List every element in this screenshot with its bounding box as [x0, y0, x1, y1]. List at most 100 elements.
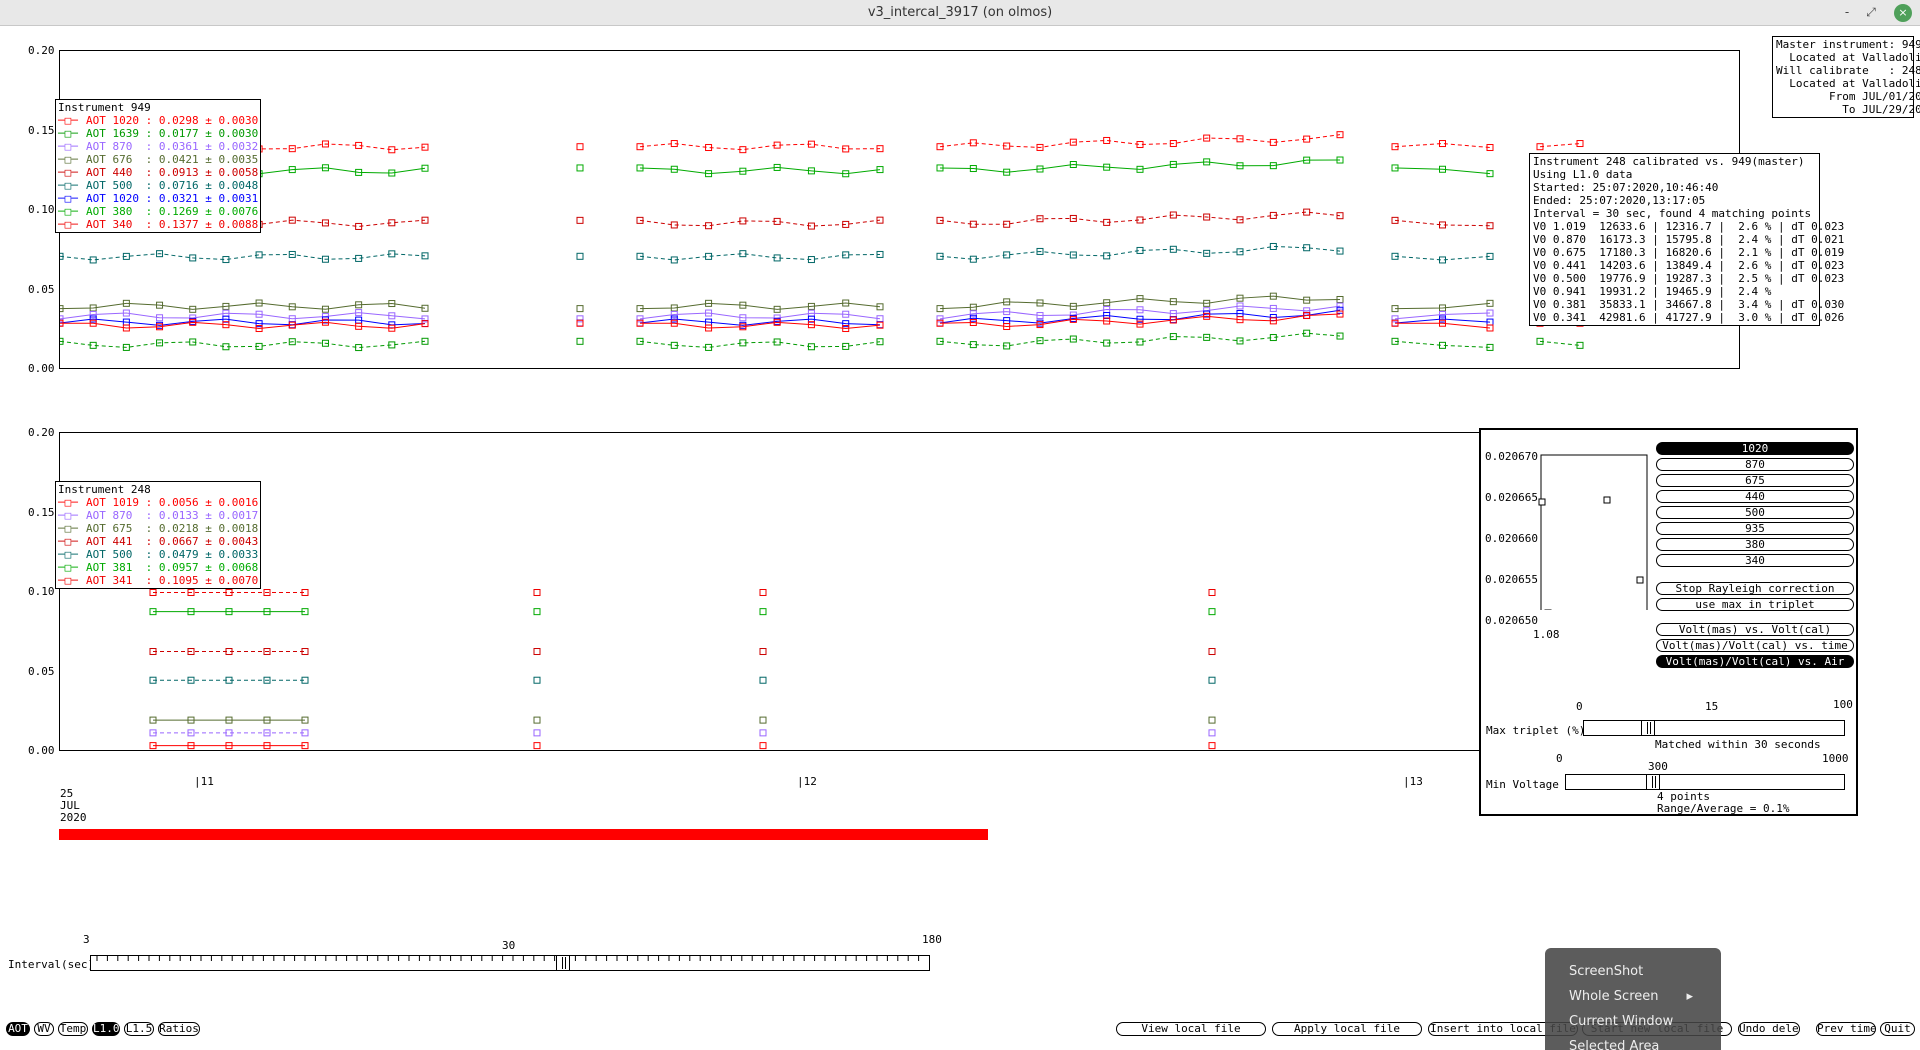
series-line [1394, 302, 1491, 310]
minimize-button[interactable]: - [1838, 4, 1856, 22]
time-range-bar[interactable] [59, 829, 988, 840]
legend-row: ─□─ AOT 1639 : 0.0177 ± 0.0030 [58, 127, 259, 140]
info-line: Interval = 30 sec, found 4 matching poin… [1533, 207, 1812, 220]
wavelength-button-440[interactable]: 440 [1656, 490, 1854, 503]
y-tick-label: 0.00 [28, 744, 55, 757]
legend-row: ─□─ AOT 870 : 0.0361 ± 0.0032 [58, 140, 259, 153]
series-line [60, 321, 426, 330]
legend-row: ─□─ AOT 500 : 0.0716 ± 0.0048 [58, 179, 259, 192]
wavelength-button-500[interactable]: 500 [1656, 506, 1854, 519]
mode-pill-aot[interactable]: AOT [6, 1022, 30, 1036]
series-line [939, 332, 1341, 347]
menu-item-current-window[interactable]: Current Window [1569, 1012, 1709, 1032]
calibration-results-box: Instrument 248 calibrated vs. 949(master… [1529, 153, 1845, 326]
max-triplet-slider[interactable] [1583, 720, 1845, 736]
legend-marker-icon: ─□─ [58, 179, 78, 192]
info-line: V0 0.381 35833.1 | 34667.8 | 3.4 % | dT … [1533, 298, 1845, 311]
mini-y-tick: 0.020650 [1485, 614, 1538, 627]
mini-data-point [1636, 576, 1644, 584]
mode-pill-l10[interactable]: L1.0 [92, 1022, 120, 1036]
interval-max: 180 [922, 933, 942, 946]
interval-thumb[interactable] [555, 955, 570, 971]
bottom-button-1[interactable]: View local file [1116, 1022, 1266, 1036]
data-point [576, 164, 584, 172]
interval-tick-marks [96, 956, 920, 961]
info-line: Located at Valladolid [1776, 77, 1920, 90]
y-tick-label: 0.15 [28, 123, 55, 137]
legend-marker-icon: ─□─ [58, 153, 78, 166]
min-voltage-range: Range/Average = 0.1% [1657, 802, 1790, 815]
data-point [576, 319, 584, 327]
info-line: From JUL/01/2020 [1776, 90, 1920, 103]
bottom-button-7[interactable]: Quit [1880, 1022, 1915, 1036]
data-point [759, 742, 767, 750]
calibration-panel: 0.020670 0.020665 0.020660 0.020655 0.020650… [1479, 428, 1858, 816]
y-tick-label: 0.10 [28, 203, 55, 216]
mini-y-tick: 0.020665 [1485, 491, 1538, 504]
data-point [576, 305, 584, 313]
wavelength-button-935[interactable]: 935 [1656, 522, 1854, 535]
min-voltage-thumb[interactable] [1645, 774, 1660, 790]
data-point [533, 608, 541, 616]
bottom-legend-title: Instrument 248 [58, 483, 151, 496]
close-button[interactable]: × [1894, 4, 1912, 22]
max-triplet-thumb[interactable] [1641, 720, 1656, 736]
wavelength-button-870[interactable]: 870 [1656, 458, 1854, 471]
rayleigh-button[interactable]: Stop Rayleigh correction [1656, 582, 1854, 595]
mode-pill-l15[interactable]: L1.5 [124, 1022, 154, 1036]
mode-pill-temp[interactable]: Temp [58, 1022, 88, 1036]
legend-marker-icon: ─□─ [58, 574, 78, 587]
info-line: V0 0.675 17180.3 | 16820.6 | 2.1 % | dT … [1533, 246, 1845, 259]
mini-x-tick: 1.08 [1533, 628, 1560, 641]
max-triplet-max: 100 [1833, 698, 1853, 711]
max-triplet-label: Max triplet (%) [1486, 724, 1586, 737]
data-point [1208, 648, 1216, 656]
max-triplet-mid: 15 [1705, 700, 1719, 713]
volt-vs-volt-button[interactable]: Volt(mas) vs. Volt(cal) [1656, 623, 1854, 636]
y-tick-label: 0.00 [28, 362, 55, 375]
menu-item-screenshot[interactable]: ScreenShot [1569, 962, 1709, 982]
bottom-button-6[interactable]: Prev time [1816, 1022, 1876, 1036]
interval-mid: 30 [502, 939, 516, 952]
info-line: V0 1.019 12633.6 | 12316.7 | 2.6 % | dT … [1533, 220, 1845, 233]
mini-y-tick: 0.020655 [1485, 573, 1538, 586]
x-tick-11: |11 [194, 775, 214, 788]
ratio-vs-airmass-button[interactable]: Volt(mas)/Volt(cal) vs. Air Mass [1656, 655, 1854, 678]
min-voltage-slider[interactable] [1565, 774, 1845, 790]
info-line: Master instrument: 949 [1776, 38, 1920, 51]
info-line: V0 0.941 19931.2 | 19465.9 | 2.4 % [1533, 285, 1772, 298]
data-point [533, 648, 541, 656]
mode-pill-wv[interactable]: WV [34, 1022, 54, 1036]
legend-row: ─□─ AOT 341 : 0.1095 ± 0.0070 [58, 574, 259, 587]
submenu-arrow-icon: ▸ [1686, 989, 1693, 1004]
ratio-vs-time-button[interactable]: Volt(mas)/Volt(cal) vs. time [1656, 639, 1854, 652]
info-line: Started: 25:07:2020,10:46:40 [1533, 181, 1719, 194]
maximize-button[interactable]: ⤢ [1862, 4, 1880, 22]
top-plot-frame[interactable] [59, 50, 1740, 369]
data-point [759, 608, 767, 616]
wavelength-button-675[interactable]: 675 [1656, 474, 1854, 487]
data-point [759, 729, 767, 737]
bottom-button-5[interactable]: Undo delete [1738, 1022, 1800, 1036]
bottom-button-2[interactable]: Apply local file [1272, 1022, 1422, 1036]
legend-row: ─□─ AOT 340 : 0.1377 ± 0.0088 [58, 218, 259, 231]
legend-row: ─□─ AOT 440 : 0.0913 ± 0.0058 [58, 166, 259, 179]
wavelength-button-340[interactable]: 340 [1656, 554, 1854, 567]
data-point [576, 252, 584, 260]
interval-slider[interactable] [90, 955, 930, 971]
top-legend-title: Instrument 949 [58, 101, 151, 114]
bottom-legend: Instrument 248 ─□─ AOT 1019 : 0.0056 ± 0.… [55, 481, 261, 589]
wavelength-button-380[interactable]: 380 [1656, 538, 1854, 551]
min-voltage-min: 0 [1556, 752, 1563, 765]
info-line: To JUL/29/2020 [1776, 103, 1920, 116]
info-line: V0 0.870 16173.3 | 15795.8 | 2.4 % | dT … [1533, 233, 1845, 246]
menu-item-whole-screen[interactable]: Whole Screen ▸ [1569, 987, 1709, 1007]
max-in-triplet-button[interactable]: use max in triplet [1656, 598, 1854, 611]
window-titlebar: v3_intercal_3917 (on olmos) [0, 0, 1920, 26]
data-point [533, 742, 541, 750]
menu-item-selected-area[interactable]: Selected Area [1569, 1037, 1709, 1050]
mode-pill-ratios[interactable]: Ratios [158, 1022, 200, 1036]
legend-marker-icon: ─□─ [58, 114, 78, 127]
legend-marker-icon: ─□─ [58, 522, 78, 535]
wavelength-button-1020[interactable]: 1020 [1656, 442, 1854, 455]
